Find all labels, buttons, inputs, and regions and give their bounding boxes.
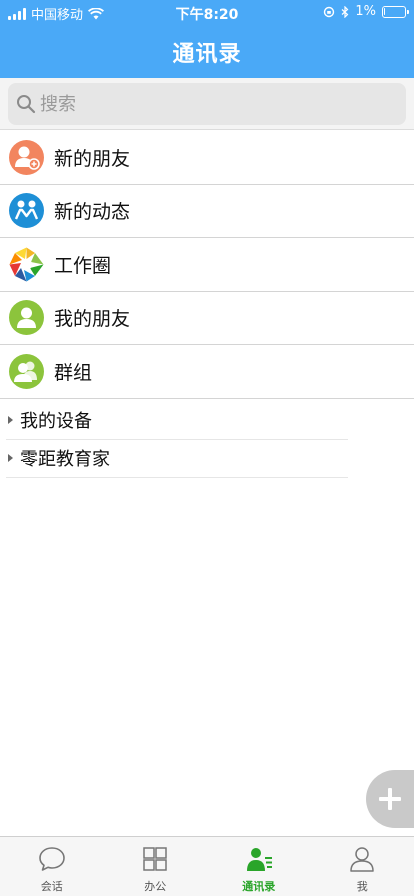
battery-percent: 1% bbox=[355, 4, 376, 19]
caret-right-icon bbox=[8, 454, 13, 463]
search-icon bbox=[17, 95, 36, 114]
contact-row-my-friends[interactable]: 我的朋友 bbox=[0, 292, 414, 345]
contact-row-label: 工作圈 bbox=[54, 254, 112, 277]
page-title: 通讯录 bbox=[172, 42, 242, 67]
tab-contacts[interactable]: 通讯录 bbox=[207, 837, 311, 896]
contact-row-groups[interactable]: 群组 bbox=[0, 345, 414, 399]
tab-chat[interactable]: 会话 bbox=[0, 837, 104, 896]
tab-label: 会话 bbox=[40, 880, 63, 893]
contact-row-label: 我的朋友 bbox=[54, 308, 131, 331]
tab-me[interactable]: 我 bbox=[311, 837, 414, 896]
caret-right-icon bbox=[8, 415, 13, 424]
user-plus-icon bbox=[9, 139, 44, 175]
app-header: 中国移动 下午8:20 1% 通讯录 bbox=[0, 0, 414, 78]
contact-row-label: 群组 bbox=[54, 361, 93, 384]
chat-bubble-icon bbox=[38, 845, 66, 873]
bluetooth-icon bbox=[341, 5, 349, 18]
group-row-my-devices[interactable]: 我的设备 bbox=[6, 401, 348, 440]
grid-icon bbox=[141, 845, 169, 873]
contact-row-new-friends[interactable]: 新的朋友 bbox=[0, 131, 414, 185]
tab-label: 办公 bbox=[144, 880, 167, 893]
user-icon bbox=[9, 300, 44, 336]
tab-label: 通讯录 bbox=[242, 880, 276, 893]
group-row-education[interactable]: 零距教育家 bbox=[6, 440, 348, 478]
status-bar: 中国移动 下午8:20 1% bbox=[0, 0, 414, 24]
group-row-label: 我的设备 bbox=[20, 410, 92, 432]
plus-icon bbox=[379, 788, 401, 810]
contacts-icon bbox=[245, 845, 273, 873]
battery-fill bbox=[384, 7, 385, 15]
tab-office[interactable]: 办公 bbox=[104, 837, 208, 896]
people-icon bbox=[9, 193, 44, 229]
contact-row-label: 新的朋友 bbox=[54, 147, 131, 170]
search-box[interactable] bbox=[8, 83, 406, 125]
bottom-tab-bar: 会话 办公 通讯录 我 bbox=[0, 836, 414, 896]
search-input[interactable] bbox=[40, 89, 380, 119]
contact-row-work-circle[interactable]: 工作圈 bbox=[0, 238, 414, 292]
tab-label: 我 bbox=[356, 880, 368, 893]
person-outline-icon bbox=[348, 845, 376, 873]
orientation-lock-icon bbox=[324, 6, 335, 17]
contact-row-new-moments[interactable]: 新的动态 bbox=[0, 185, 414, 238]
add-button[interactable] bbox=[366, 770, 414, 828]
battery-icon bbox=[382, 5, 409, 18]
group-row-label: 零距教育家 bbox=[20, 449, 110, 471]
status-right: 1% bbox=[323, 4, 409, 19]
contact-group-list: 我的设备 零距教育家 bbox=[0, 401, 414, 478]
contact-row-label: 新的动态 bbox=[54, 201, 131, 224]
search-bar bbox=[0, 78, 414, 130]
aperture-icon bbox=[9, 246, 44, 282]
contact-function-list: 新的朋友 新的动态 工作圈 我的朋友 群组 bbox=[0, 131, 414, 399]
group-icon bbox=[9, 353, 44, 389]
